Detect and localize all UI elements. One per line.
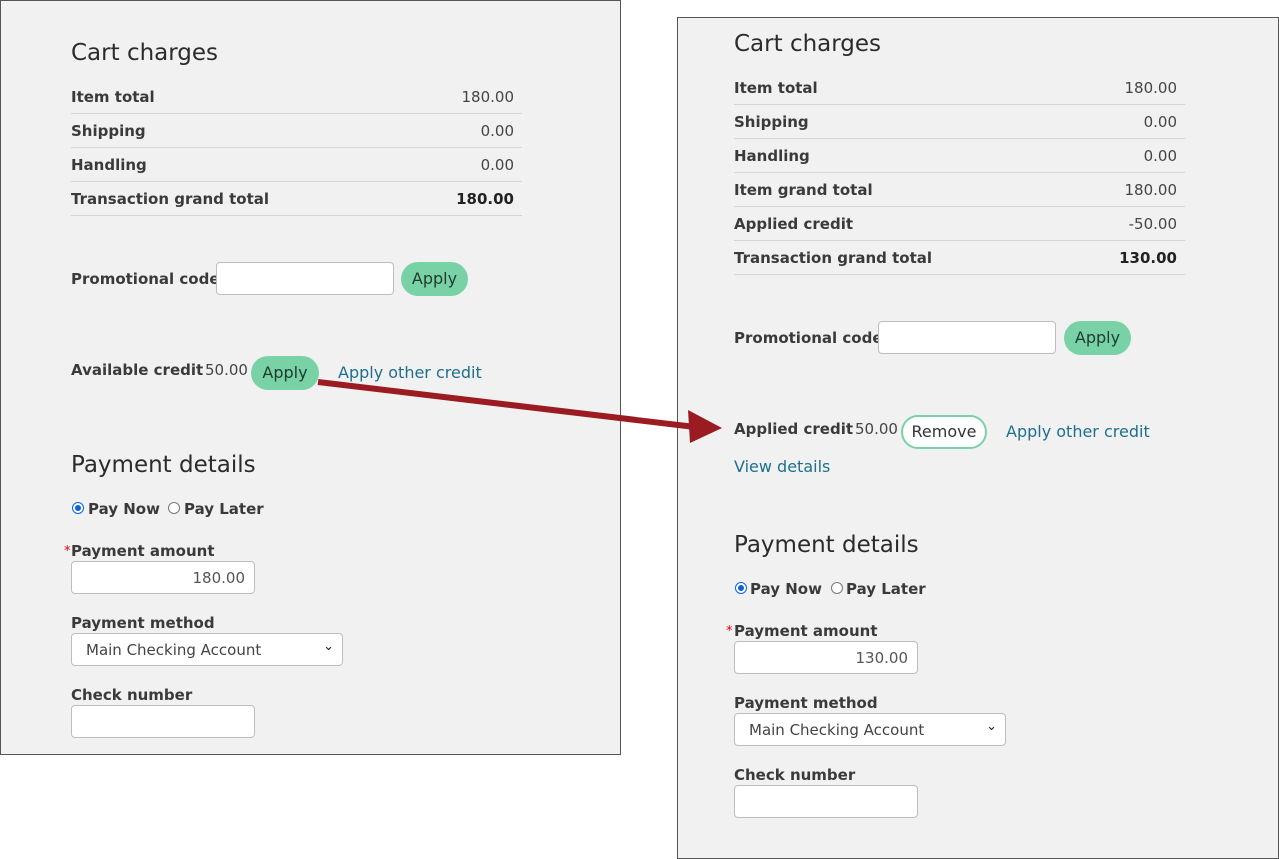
- row-value: 180.00: [456, 190, 514, 208]
- cart-charges-title: Cart charges: [71, 40, 219, 66]
- promo-code-label: Promotional code: [71, 270, 220, 288]
- summary-row: Shipping 0.00: [71, 114, 522, 148]
- row-value: 180.00: [1124, 181, 1178, 199]
- promo-code-label: Promotional code: [734, 329, 883, 347]
- pay-later-label: Pay Later: [184, 500, 264, 518]
- row-value: 180.00: [461, 88, 515, 106]
- row-value: 0.00: [480, 122, 514, 140]
- payment-method-select[interactable]: Main Checking Account ⌄: [71, 633, 343, 666]
- grand-total-row: Transaction grand total 130.00: [734, 241, 1185, 275]
- summary-row: Item total 180.00: [71, 80, 522, 114]
- cart-charges-title: Cart charges: [734, 31, 882, 57]
- pay-now-radio[interactable]: [72, 502, 84, 514]
- required-marker: *: [64, 544, 71, 559]
- chevron-down-icon: ⌄: [323, 639, 334, 654]
- promo-apply-button[interactable]: Apply: [401, 262, 468, 296]
- payment-method-value: Main Checking Account: [86, 641, 262, 659]
- row-value: 0.00: [480, 156, 514, 174]
- before-panel: Cart charges Item total 180.00 Shipping …: [0, 0, 621, 755]
- payment-details-title: Payment details: [734, 532, 919, 558]
- payment-method-select[interactable]: Main Checking Account ⌄: [734, 713, 1006, 746]
- promo-code-input[interactable]: [216, 262, 394, 295]
- promo-apply-button[interactable]: Apply: [1064, 321, 1131, 355]
- applied-credit-amount: 50.00: [855, 420, 898, 438]
- row-label: Transaction grand total: [71, 190, 270, 208]
- row-label: Shipping: [734, 113, 809, 131]
- apply-other-credit-link[interactable]: Apply other credit: [338, 363, 482, 382]
- view-details-link[interactable]: View details: [734, 457, 830, 476]
- row-value: 180.00: [1124, 79, 1178, 97]
- pay-now-label: Pay Now: [88, 500, 160, 518]
- summary-row: Shipping 0.00: [734, 105, 1185, 139]
- payment-method-label: Payment method: [734, 694, 878, 712]
- check-number-input[interactable]: [734, 785, 918, 818]
- payment-details-title: Payment details: [71, 452, 256, 478]
- payment-amount-label: Payment amount: [734, 622, 878, 640]
- row-value: 0.00: [1143, 113, 1177, 131]
- row-label: Item total: [71, 88, 155, 106]
- pay-later-radio[interactable]: [168, 502, 180, 514]
- summary-row: Item total 180.00: [734, 71, 1185, 105]
- summary-row: Handling 0.00: [71, 148, 522, 182]
- pay-now-radio[interactable]: [735, 582, 747, 594]
- pay-later-label: Pay Later: [846, 580, 926, 598]
- payment-method-value: Main Checking Account: [749, 721, 925, 739]
- row-value: 130.00: [1119, 249, 1177, 267]
- apply-other-credit-link[interactable]: Apply other credit: [1006, 422, 1150, 441]
- available-credit-label: Available credit: [71, 361, 204, 379]
- row-label: Handling: [71, 156, 147, 174]
- after-panel: Cart charges Item total 180.00 Shipping …: [677, 17, 1279, 859]
- check-number-label: Check number: [71, 686, 193, 704]
- check-number-label: Check number: [734, 766, 856, 784]
- row-value: -50.00: [1128, 215, 1177, 233]
- remove-credit-button[interactable]: Remove: [901, 415, 987, 449]
- row-label: Applied credit: [734, 215, 854, 233]
- row-label: Item grand total: [734, 181, 873, 199]
- row-label: Transaction grand total: [734, 249, 933, 267]
- pay-now-label: Pay Now: [750, 580, 822, 598]
- payment-amount-label: Payment amount: [71, 542, 215, 560]
- pay-later-radio[interactable]: [831, 582, 843, 594]
- payment-amount-input[interactable]: 130.00: [734, 641, 918, 674]
- promo-code-input[interactable]: [878, 321, 1056, 354]
- payment-amount-input[interactable]: 180.00: [71, 561, 255, 594]
- row-label: Item total: [734, 79, 818, 97]
- applied-credit-label: Applied credit: [734, 420, 854, 438]
- summary-row: Item grand total 180.00: [734, 173, 1185, 207]
- check-number-input[interactable]: [71, 705, 255, 738]
- row-label: Shipping: [71, 122, 146, 140]
- credit-apply-button[interactable]: Apply: [251, 356, 319, 390]
- row-label: Handling: [734, 147, 810, 165]
- grand-total-row: Transaction grand total 180.00: [71, 182, 522, 216]
- payment-method-label: Payment method: [71, 614, 215, 632]
- required-marker: *: [726, 624, 733, 639]
- summary-row: Applied credit -50.00: [734, 207, 1185, 241]
- summary-row: Handling 0.00: [734, 139, 1185, 173]
- available-credit-amount: 50.00: [205, 361, 248, 379]
- row-value: 0.00: [1143, 147, 1177, 165]
- chevron-down-icon: ⌄: [986, 719, 997, 734]
